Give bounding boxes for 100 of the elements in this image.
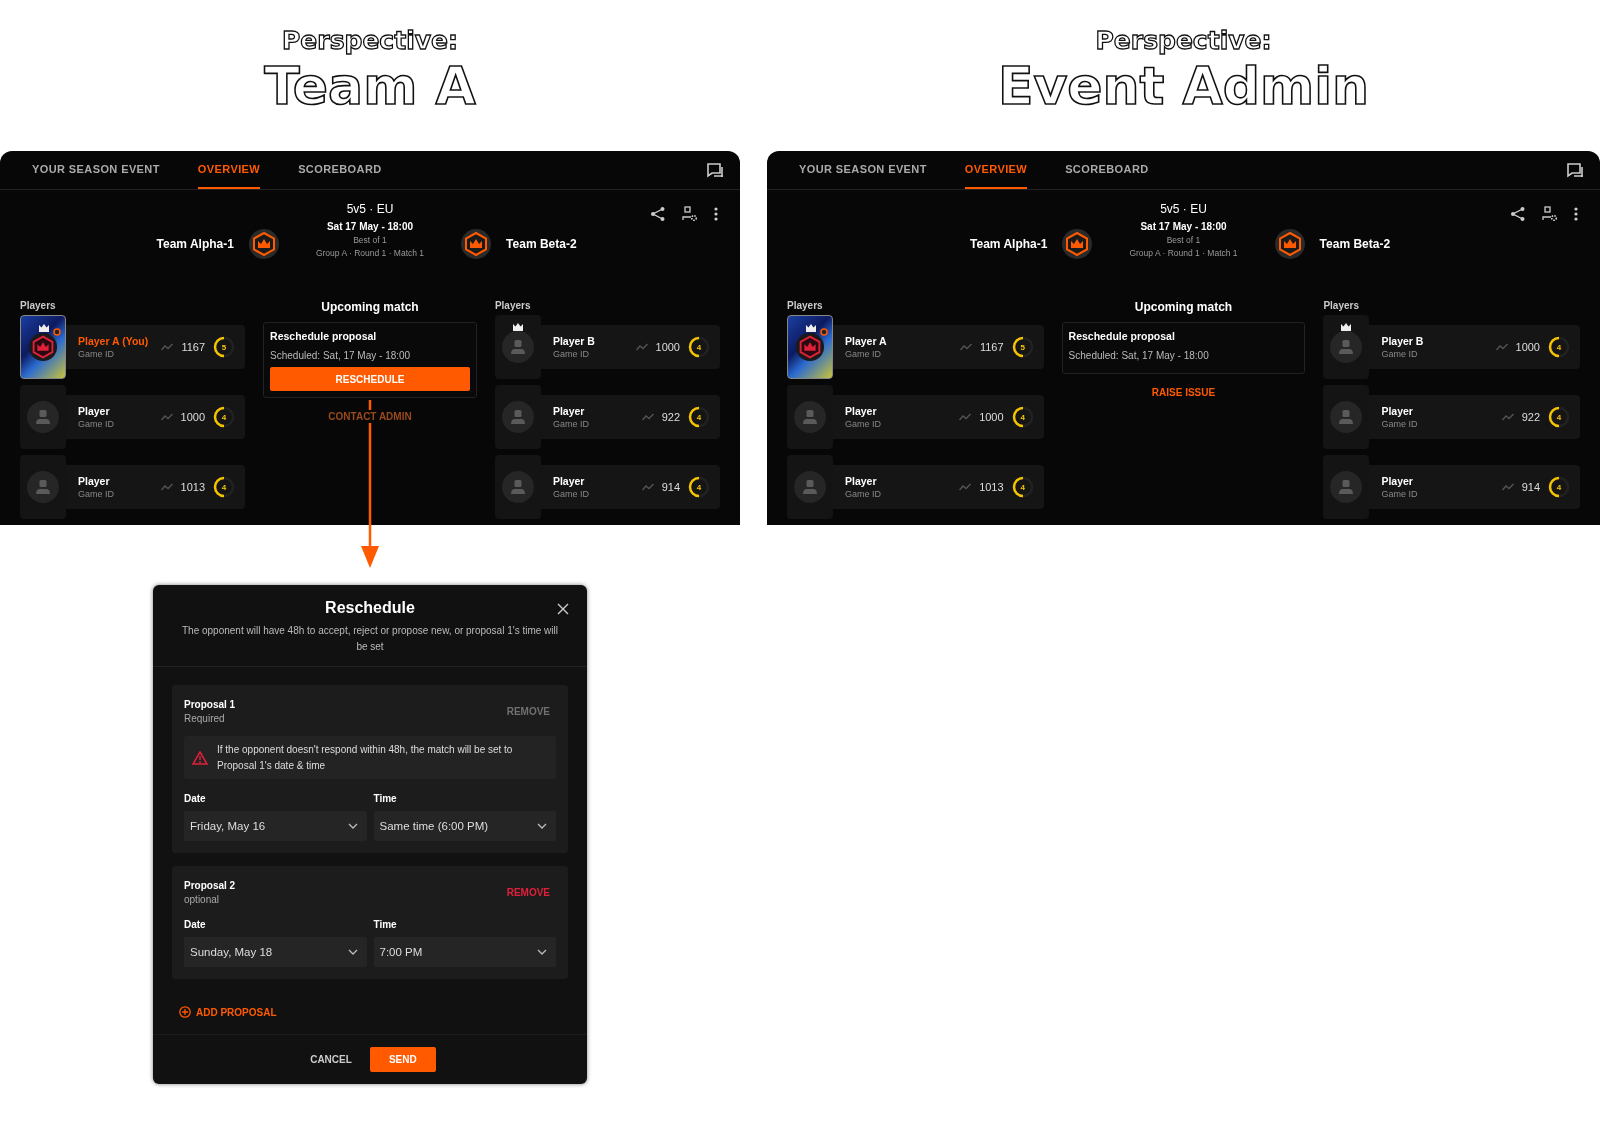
- dropdown[interactable]: Friday, May 16: [184, 811, 367, 841]
- user-settings-icon[interactable]: [1542, 206, 1558, 222]
- team-logo-icon: [1273, 228, 1306, 260]
- trend-icon: [959, 343, 972, 351]
- dropdown[interactable]: Sunday, May 18: [184, 937, 367, 967]
- game-id: Game ID: [552, 349, 590, 359]
- game-id: Game ID: [845, 419, 882, 429]
- match-format: 5v5 · EU: [1160, 202, 1207, 216]
- player-name: Player: [78, 405, 111, 417]
- field-label: Date: [184, 919, 207, 930]
- rank-badge: 5: [1011, 336, 1034, 358]
- proposal-title: Proposal 2: [184, 880, 236, 891]
- player-card[interactable]: Player Game ID 914 4: [1369, 465, 1580, 509]
- tab[interactable]: YOUR SEASON EVENT: [799, 151, 927, 189]
- rank-badge: 4: [688, 336, 710, 358]
- team-logo-icon: [1061, 228, 1094, 260]
- hexagon-emblem-icon: [795, 332, 825, 362]
- chevron-down-icon: [537, 823, 547, 829]
- remove-button[interactable]: REMOVE: [500, 887, 556, 898]
- perspective-title: Event Admin: [997, 59, 1370, 114]
- player-name: Player: [1381, 405, 1414, 417]
- player-card[interactable]: Player Game ID 1000 4: [66, 395, 246, 439]
- player-card[interactable]: Player A Game ID 1167 5: [833, 325, 1044, 369]
- more-menu-icon[interactable]: [714, 207, 718, 221]
- cancel-button[interactable]: CANCEL: [304, 1050, 358, 1069]
- field-label: Time: [373, 793, 398, 804]
- proposal-title: Reschedule proposal: [1068, 330, 1176, 342]
- players-heading: Players: [20, 300, 57, 311]
- player-card[interactable]: Player Game ID 1013 4: [833, 465, 1044, 509]
- player-card[interactable]: Player Game ID 1000 4: [833, 395, 1044, 439]
- player-name: Player B: [1381, 335, 1425, 347]
- scheduled-text: Scheduled: Sat, 17 May - 18:00: [1068, 350, 1210, 361]
- trend-icon: [959, 483, 972, 491]
- chevron-down-icon: [537, 949, 547, 955]
- game-id: Game ID: [552, 419, 590, 429]
- player-name: Player: [552, 405, 586, 417]
- team-name: Team Alpha-1: [970, 236, 1048, 253]
- add-proposal-link[interactable]: ADD PROPOSAL: [179, 1006, 277, 1018]
- best-of-text: Best of 1: [353, 235, 387, 245]
- tab[interactable]: SCOREBOARD: [298, 151, 382, 189]
- team-name: Team Beta-2: [506, 236, 577, 253]
- user-silhouette-icon: [501, 331, 534, 363]
- trend-icon: [161, 343, 174, 351]
- team-name: Team Alpha-1: [156, 236, 234, 253]
- rank-badge: 4: [688, 406, 710, 428]
- game-id: Game ID: [1381, 419, 1419, 429]
- player-name: Player A: [845, 335, 888, 347]
- players-heading: Players: [787, 300, 824, 311]
- more-menu-icon[interactable]: [1574, 207, 1578, 221]
- player-card[interactable]: Player Game ID 922 4: [1369, 395, 1580, 439]
- rating-value: 914: [1521, 481, 1540, 493]
- rank-badge: 4: [1548, 336, 1570, 358]
- share-icon[interactable]: [1510, 206, 1526, 222]
- player-card[interactable]: Player A (You) Game ID 1167 5: [66, 325, 246, 369]
- user-silhouette-icon: [501, 471, 534, 503]
- trend-icon: [160, 483, 173, 491]
- players-heading: Players: [1323, 300, 1360, 311]
- rank-badge: 4: [213, 476, 236, 498]
- share-icon[interactable]: [650, 206, 666, 222]
- player-name: Player A (You): [78, 335, 150, 347]
- tab[interactable]: OVERVIEW: [964, 151, 1028, 189]
- user-silhouette-icon: [27, 471, 59, 503]
- dropdown[interactable]: 7:00 PM: [373, 937, 556, 967]
- user-silhouette-icon: [794, 471, 826, 503]
- game-id: Game ID: [845, 489, 882, 499]
- match-stage: Group A · Round 1 · Match 1: [315, 248, 425, 258]
- match-format: 5v5 · EU: [346, 202, 394, 216]
- player-name: Player: [1381, 475, 1414, 487]
- player-card[interactable]: Player Game ID 914 4: [540, 465, 720, 509]
- chat-icon[interactable]: [1567, 162, 1584, 178]
- player-card[interactable]: Player Game ID 922 4: [540, 395, 720, 439]
- rating-value: 1167: [979, 341, 1004, 353]
- trend-icon: [641, 413, 654, 421]
- dropdown[interactable]: Same time (6:00 PM): [373, 811, 556, 841]
- rating-value: 1167: [181, 341, 206, 353]
- close-icon[interactable]: [557, 603, 569, 615]
- game-id: Game ID: [1381, 349, 1419, 359]
- perspective-label: Perspective:: [282, 26, 458, 55]
- tab[interactable]: YOUR SEASON EVENT: [32, 151, 160, 189]
- team-logo-icon: [460, 228, 493, 260]
- user-silhouette-icon: [501, 401, 534, 433]
- player-card[interactable]: Player B Game ID 1000 4: [1369, 325, 1580, 369]
- user-settings-icon[interactable]: [682, 206, 698, 222]
- warning-text: If the opponent doesn't respond within 48h, the match will be set to Proposal 1's date & time: [217, 743, 514, 773]
- status-dot-icon: [53, 328, 61, 336]
- chevron-down-icon: [347, 949, 358, 955]
- team-logo-icon: [247, 228, 280, 260]
- match-stage: Group A · Round 1 · Match 1: [1129, 248, 1238, 258]
- tab[interactable]: SCOREBOARD: [1065, 151, 1149, 189]
- rating-value: 1000: [979, 411, 1004, 423]
- user-silhouette-icon: [1330, 401, 1363, 433]
- best-of-text: Best of 1: [1166, 235, 1201, 245]
- trend-icon: [635, 343, 648, 351]
- proposal-note: Required: [184, 713, 226, 724]
- tab[interactable]: OVERVIEW: [197, 151, 261, 189]
- proposal-note: optional: [184, 894, 221, 905]
- player-card[interactable]: Player B Game ID 1000 4: [540, 325, 720, 369]
- section-heading: Upcoming match: [1133, 300, 1234, 314]
- player-card[interactable]: Player Game ID 1013 4: [66, 465, 246, 509]
- chat-icon[interactable]: [707, 162, 724, 178]
